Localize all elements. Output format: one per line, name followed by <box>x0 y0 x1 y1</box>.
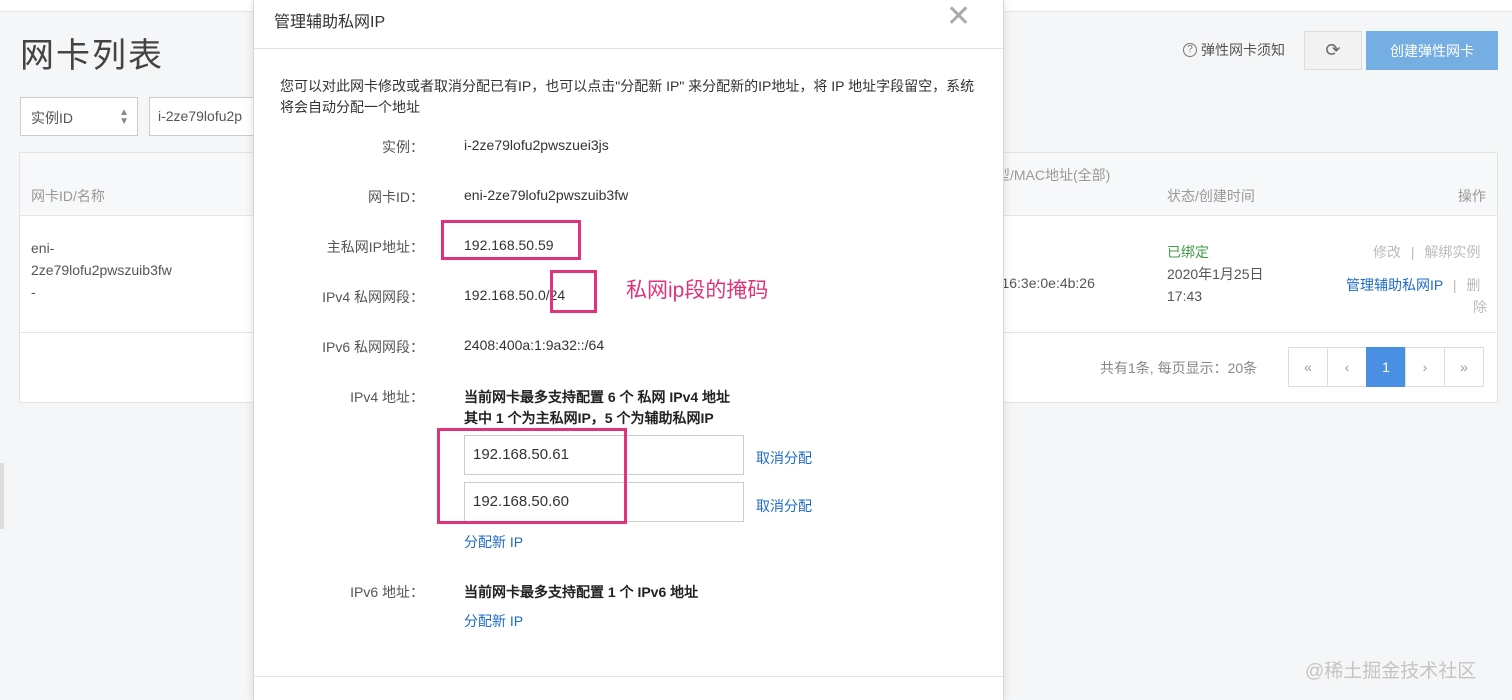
filter-field-select[interactable]: 实例ID ▲ ▼ <box>20 97 138 136</box>
created-time: 17:43 <box>1167 288 1203 304</box>
column-header-id: 网卡ID/名称 <box>31 188 105 204</box>
eni-help-link[interactable]: ? 弹性网卡须知 <box>1183 40 1285 60</box>
dialog-header: 管理辅助私网IP ✕ <box>254 0 1003 49</box>
unbind-instance-link[interactable]: 解绑实例 <box>1424 244 1480 260</box>
eni-id-value: eni-2ze79lofu2pwszuib3fw <box>464 187 629 203</box>
mask-highlight-box <box>550 270 597 313</box>
modify-link[interactable]: 修改 <box>1373 244 1401 260</box>
delete-link-wrap[interactable]: 除 <box>1473 296 1487 318</box>
ipv6-cidr-value: 2408:400a:1:9a32::/64 <box>464 337 605 353</box>
help-link-label: 弹性网卡须知 <box>1201 42 1285 58</box>
pager-info: 共有1条, 每页显示：20条 <box>1100 360 1258 376</box>
eni-name: - <box>31 284 36 300</box>
ipv6-cidr-label: IPv6 私网网段： <box>322 339 424 355</box>
filter-field-label: 实例ID <box>31 110 73 126</box>
actions-cell-line2: 管理辅助私网IP | 删 <box>1346 274 1480 296</box>
unassign-ip-link[interactable]: 取消分配 <box>756 496 812 516</box>
last-page-button[interactable]: » <box>1444 347 1484 387</box>
page-1-button[interactable]: 1 <box>1366 347 1406 387</box>
secondary-ip-highlight-box <box>437 428 627 524</box>
delete-link[interactable]: 删 <box>1466 277 1480 293</box>
unassign-ip-link[interactable]: 取消分配 <box>756 448 812 468</box>
question-icon: ? <box>1183 43 1197 57</box>
allocate-ipv6-link[interactable]: 分配新 IP <box>464 611 523 631</box>
instance-value: i-2ze79lofu2pwszuei3js <box>464 137 609 153</box>
pagination: « ‹ 1 › » <box>1288 347 1484 387</box>
column-header-status: 状态/创建时间 <box>1167 188 1255 204</box>
dialog-footer <box>254 676 1003 700</box>
action-separator: | <box>1410 244 1415 260</box>
status-cell: 已绑定 2020年1月25日 17:43 <box>1167 241 1264 307</box>
ipv4-limit-note: 当前网卡最多支持配置 6 个 私网 IPv4 地址 <box>464 389 731 405</box>
instance-label: 实例： <box>382 139 424 155</box>
ipv4-split-note: 其中 1 个为主私网IP，5 个为辅助私网IP <box>464 410 714 426</box>
ipv6-limit-note: 当前网卡最多支持配置 1 个 IPv6 地址 <box>464 584 699 600</box>
eni-id-label: 网卡ID： <box>368 189 424 205</box>
ipv4-cidr-label: IPv4 私网网段： <box>322 289 424 305</box>
created-date: 2020年1月25日 <box>1167 266 1264 282</box>
ipv6-address-label: IPv6 地址： <box>350 584 424 600</box>
primary-ip-highlight-box <box>441 220 581 260</box>
ipv4-address-label: IPv4 地址： <box>350 389 424 405</box>
eni-id-prefix: eni- <box>31 240 55 256</box>
refresh-icon: ⟳ <box>1325 40 1341 60</box>
eni-id-suffix: 2ze79lofu2pwszuib3fw <box>31 262 172 278</box>
manage-secondary-ip-link[interactable]: 管理辅助私网IP <box>1346 277 1443 293</box>
watermark: @稀土掘金技术社区 <box>1305 661 1477 682</box>
page-title: 网卡列表 <box>20 37 164 75</box>
dialog-title: 管理辅助私网IP <box>274 14 386 31</box>
primary-ip-label: 主私网IP地址： <box>326 239 424 255</box>
create-eni-button[interactable]: 创建弹性网卡 <box>1366 31 1498 70</box>
manage-secondary-ip-dialog: 管理辅助私网IP ✕ 您可以对此网卡修改或者取消分配已有IP，也可以点击"分配新… <box>253 0 1004 700</box>
close-icon[interactable]: ✕ <box>946 2 971 32</box>
dialog-description: 您可以对此网卡修改或者取消分配已有IP，也可以点击"分配新 IP" 来分配新的I… <box>280 78 975 115</box>
select-arrows-icon: ▲ ▼ <box>119 107 129 127</box>
column-header-actions: 操作 <box>1458 188 1486 204</box>
action-separator: | <box>1452 277 1457 293</box>
refresh-button[interactable]: ⟳ <box>1304 31 1362 70</box>
allocate-ipv4-link[interactable]: 分配新 IP <box>464 532 523 552</box>
mask-annotation-text: 私网ip段的掩码 <box>626 279 769 302</box>
prev-page-button[interactable]: ‹ <box>1327 347 1367 387</box>
actions-cell: 修改 | 解绑实例 <box>1373 241 1480 263</box>
eni-id-cell: eni- 2ze79lofu2pwszuib3fw - <box>31 237 172 303</box>
next-page-button[interactable]: › <box>1405 347 1445 387</box>
side-collapse-tab[interactable] <box>0 463 4 529</box>
status-badge: 已绑定 <box>1167 244 1209 260</box>
first-page-button[interactable]: « <box>1288 347 1328 387</box>
